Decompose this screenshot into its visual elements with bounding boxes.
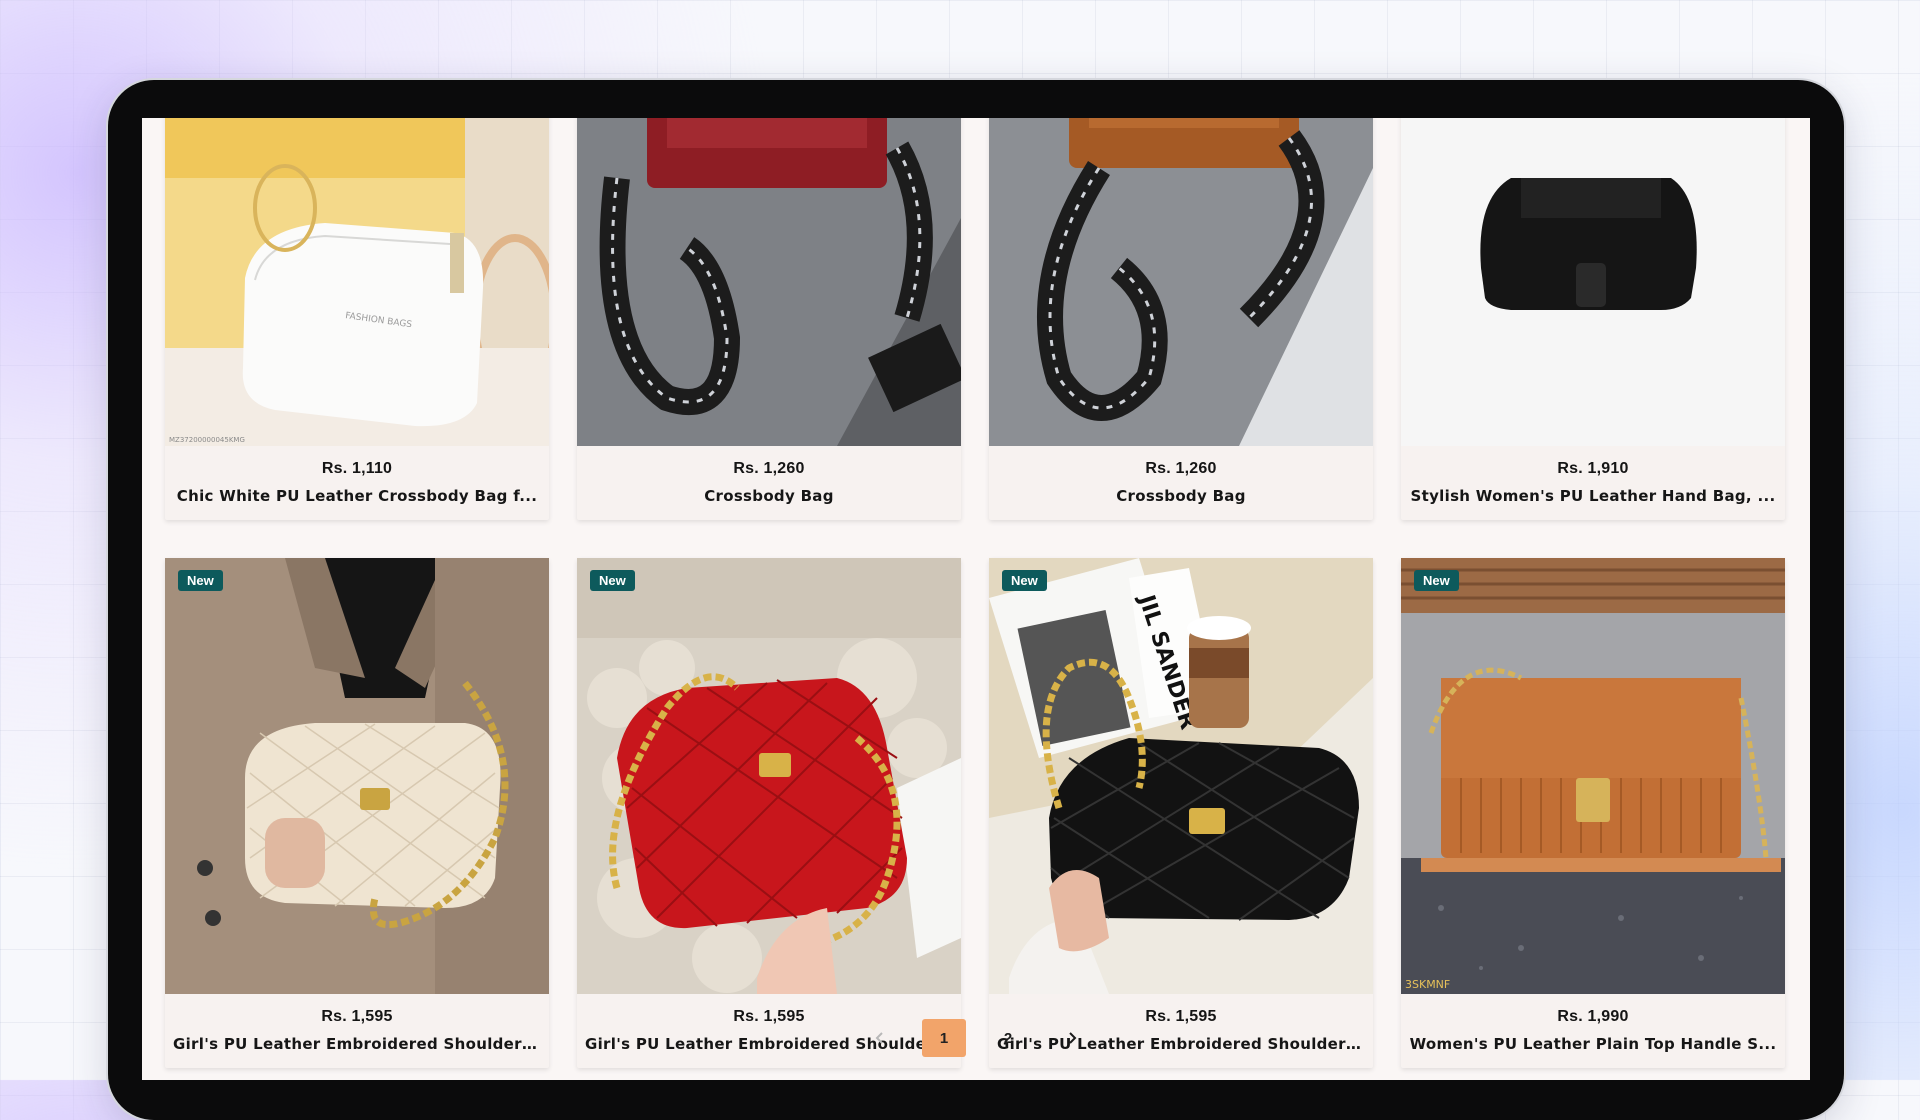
product-info: Rs. 1,260 Crossbody Bag: [577, 446, 961, 520]
new-badge: New: [178, 570, 223, 591]
chevron-right-icon[interactable]: [1050, 1019, 1094, 1057]
product-card[interactable]: New Rs. 1,595 Girl's PU Leather Embroide…: [577, 558, 961, 1068]
product-price: Rs. 1,260: [733, 460, 805, 477]
image-watermark-text: 3SKMNF: [1405, 978, 1450, 991]
product-image-black-hand-bag[interactable]: [1401, 118, 1785, 446]
product-card[interactable]: New 3SKMNF Rs. 1,990 Women's PU Leather …: [1401, 558, 1785, 1068]
product-price: Rs. 1,910: [1557, 460, 1629, 477]
product-card[interactable]: New JIL SANDER Rs. 1,595 Girl's PU Leath…: [989, 558, 1373, 1068]
product-image-red-quilted-bag[interactable]: New: [577, 558, 961, 994]
product-card[interactable]: FASHION BAGS MZ37200000045KMG Rs. 1,110 …: [165, 118, 549, 520]
product-card[interactable]: Rs. 1,910 Stylish Women's PU Leather Han…: [1401, 118, 1785, 520]
product-image-brown-crossbody-bag-strap[interactable]: [989, 118, 1373, 446]
product-grid: FASHION BAGS MZ37200000045KMG Rs. 1,110 …: [165, 118, 1785, 1068]
product-info: Rs. 1,110 Chic White PU Leather Crossbod…: [165, 446, 549, 520]
product-info: Rs. 1,260 Crossbody Bag: [989, 446, 1373, 520]
product-image-brown-top-handle-bag[interactable]: New 3SKMNF: [1401, 558, 1785, 994]
product-price: Rs. 1,260: [1145, 460, 1217, 477]
product-info: Rs. 1,910 Stylish Women's PU Leather Han…: [1401, 446, 1785, 520]
product-image-cream-quilted-bag[interactable]: New: [165, 558, 549, 994]
product-title[interactable]: Crossbody Bag: [577, 487, 961, 505]
product-title[interactable]: Stylish Women's PU Leather Hand Bag, ...: [1401, 487, 1785, 505]
product-card[interactable]: Rs. 1,260 Crossbody Bag: [577, 118, 961, 520]
page-1-button[interactable]: 1: [922, 1019, 966, 1057]
product-price: Rs. 1,110: [321, 460, 393, 477]
product-title[interactable]: Chic White PU Leather Crossbody Bag f...: [165, 487, 549, 505]
product-card[interactable]: Rs. 1,260 Crossbody Bag: [989, 118, 1373, 520]
chevron-left-icon[interactable]: [858, 1019, 902, 1057]
product-listing-screen: FASHION BAGS MZ37200000045KMG Rs. 1,110 …: [142, 118, 1810, 1080]
new-badge: New: [1414, 570, 1459, 591]
product-title[interactable]: Crossbody Bag: [989, 487, 1373, 505]
image-sku-text: MZ37200000045KMG: [169, 436, 245, 444]
page-2-button[interactable]: 2: [986, 1019, 1030, 1057]
product-image-red-crossbody-bag-strap[interactable]: [577, 118, 961, 446]
pagination: 1 2: [142, 1018, 1810, 1058]
new-badge: New: [1002, 570, 1047, 591]
new-badge: New: [590, 570, 635, 591]
product-image-black-quilted-bag[interactable]: New JIL SANDER: [989, 558, 1373, 994]
product-card[interactable]: New Rs. 1,595 Girl's PU Leather Embroide…: [165, 558, 549, 1068]
product-image-white-crossbody-bag[interactable]: FASHION BAGS MZ37200000045KMG: [165, 118, 549, 446]
